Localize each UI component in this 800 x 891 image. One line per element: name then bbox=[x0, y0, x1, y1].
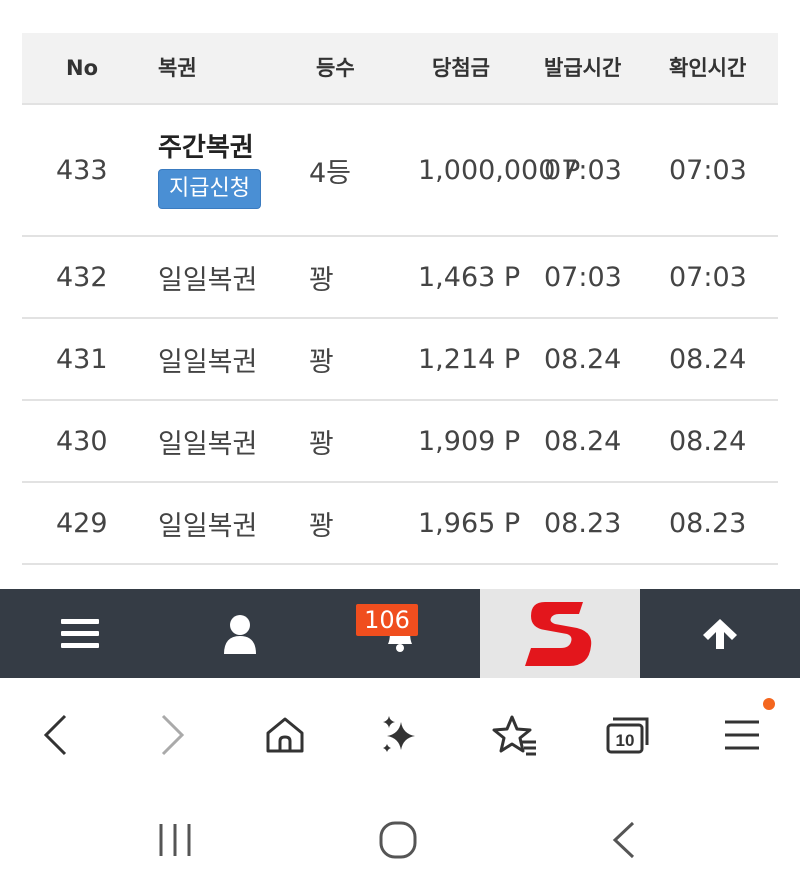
forward-button[interactable] bbox=[133, 680, 213, 790]
cell-rank: 꽝 bbox=[309, 346, 334, 378]
cell-issue-time: 07:03 bbox=[544, 154, 622, 186]
header-lotto: 복권 bbox=[158, 56, 197, 80]
bookmark-star-icon bbox=[492, 715, 536, 756]
header-check-time: 확인시간 bbox=[669, 56, 747, 80]
site-logo[interactable] bbox=[480, 589, 640, 678]
cell-prize: 1,909 P bbox=[418, 425, 521, 457]
cell-lotto: 일일복권 bbox=[158, 428, 258, 460]
cell-rank: 4등 bbox=[309, 157, 352, 189]
browser-menu-button[interactable] bbox=[702, 680, 782, 790]
user-icon bbox=[224, 614, 256, 654]
user-button[interactable] bbox=[160, 589, 320, 678]
table-row: 433 주간복권 지급신청 4등 1,000,000 P 07:03 07:03 bbox=[22, 105, 778, 237]
cell-issue-time: 08.23 bbox=[544, 507, 622, 539]
cell-no: 433 bbox=[56, 154, 108, 186]
home-circle-icon bbox=[379, 821, 417, 859]
cell-check-time: 08.24 bbox=[669, 343, 747, 375]
cell-no: 431 bbox=[56, 343, 108, 375]
home-icon bbox=[266, 717, 304, 753]
cell-check-time: 08.23 bbox=[669, 507, 747, 539]
cell-lotto: 주간복권 지급신청 bbox=[158, 105, 261, 235]
cell-no: 432 bbox=[56, 261, 108, 293]
arrow-up-icon bbox=[703, 618, 737, 649]
home-button[interactable] bbox=[245, 680, 325, 790]
claim-payout-button[interactable]: 지급신청 bbox=[158, 169, 261, 209]
cell-check-time: 07:03 bbox=[669, 154, 747, 186]
cell-rank: 꽝 bbox=[309, 264, 334, 296]
cell-no: 429 bbox=[56, 507, 108, 539]
table-row: 432 일일복권 꽝 1,463 P 07:03 07:03 bbox=[22, 237, 778, 319]
sparkle-icon bbox=[383, 716, 415, 752]
menu-button[interactable] bbox=[0, 589, 160, 678]
recents-icon bbox=[159, 824, 191, 856]
cell-prize: 1,463 P bbox=[418, 261, 521, 293]
ai-assistant-button[interactable] bbox=[360, 680, 440, 790]
browser-toolbar: 10 bbox=[0, 680, 800, 790]
scroll-top-button[interactable] bbox=[640, 589, 800, 678]
cell-check-time: 07:03 bbox=[669, 261, 747, 293]
cell-lotto: 일일복권 bbox=[158, 264, 258, 296]
lottery-history-table: No 복권 등수 당첨금 발급시간 확인시간 433 주간복권 지급신청 4등 … bbox=[22, 33, 778, 565]
table-row: 429 일일복권 꽝 1,965 P 08.23 08.23 bbox=[22, 483, 778, 565]
logo bbox=[525, 601, 592, 666]
system-home-button[interactable] bbox=[358, 810, 438, 870]
cell-rank: 꽝 bbox=[309, 510, 334, 542]
tabs-button[interactable]: 10 bbox=[588, 680, 668, 790]
lotto-name: 주간복권 bbox=[158, 133, 254, 163]
back-icon bbox=[43, 714, 67, 756]
tabs-icon: 10 bbox=[606, 717, 649, 754]
header-rank: 등수 bbox=[316, 56, 355, 80]
cell-rank: 꽝 bbox=[309, 428, 334, 460]
cell-issue-time: 08.24 bbox=[544, 425, 622, 457]
cell-check-time: 08.24 bbox=[669, 425, 747, 457]
cell-no: 430 bbox=[56, 425, 108, 457]
notification-dot bbox=[763, 698, 775, 710]
cell-lotto: 일일복권 bbox=[158, 510, 258, 542]
tab-count: 10 bbox=[616, 731, 635, 750]
recents-button[interactable] bbox=[135, 810, 215, 870]
cell-issue-time: 08.24 bbox=[544, 343, 622, 375]
back-chevron-icon bbox=[612, 821, 635, 859]
menu-icon bbox=[61, 618, 99, 648]
cell-issue-time: 07:03 bbox=[544, 261, 622, 293]
cell-lotto: 일일복권 bbox=[158, 346, 258, 378]
menu-icon bbox=[725, 720, 759, 750]
table-row: 431 일일복권 꽝 1,214 P 08.24 08.24 bbox=[22, 319, 778, 401]
cell-prize: 1,965 P bbox=[418, 507, 521, 539]
bookmarks-button[interactable] bbox=[475, 680, 555, 790]
system-back-button[interactable] bbox=[584, 810, 664, 870]
table-row: 430 일일복권 꽝 1,909 P 08.24 08.24 bbox=[22, 401, 778, 483]
table-header: No 복권 등수 당첨금 발급시간 확인시간 bbox=[22, 33, 778, 105]
notification-count-badge: 106 bbox=[356, 604, 418, 636]
back-button[interactable] bbox=[15, 680, 95, 790]
forward-icon bbox=[161, 714, 185, 756]
system-navigation-bar bbox=[0, 790, 800, 891]
header-prize: 당첨금 bbox=[432, 56, 490, 80]
cell-prize: 1,214 P bbox=[418, 343, 521, 375]
header-issue-time: 발급시간 bbox=[544, 56, 622, 80]
header-no: No bbox=[66, 56, 99, 80]
